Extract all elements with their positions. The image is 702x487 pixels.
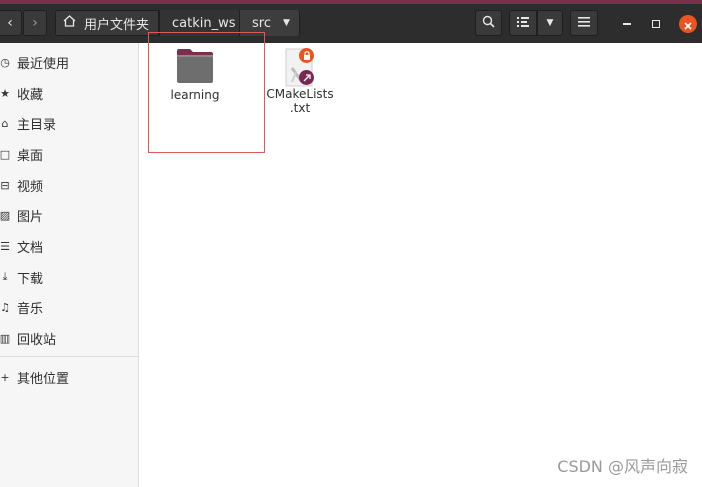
search-icon — [482, 15, 495, 32]
minimize-icon — [623, 23, 631, 25]
chevron-right-icon: › — [32, 15, 38, 31]
minimize-button[interactable] — [617, 14, 637, 34]
sidebar-item-label: 视频 — [17, 179, 44, 195]
sidebar-item-pictures[interactable]: ▨ 图片 — [0, 202, 139, 228]
chevron-left-icon: ‹ — [7, 15, 13, 31]
view-toggle-button[interactable] — [509, 10, 537, 36]
music-icon: ♫ — [0, 300, 10, 314]
link-emblem-icon — [299, 70, 314, 85]
forward-button[interactable]: › — [23, 10, 47, 36]
close-icon — [684, 15, 692, 34]
sidebar-item-label: 回收站 — [17, 332, 57, 348]
highlight-box — [148, 32, 265, 153]
video-icon: ⊟ — [0, 178, 10, 192]
sidebar-item-label: 图片 — [17, 209, 44, 225]
download-icon: ⤓ — [2, 270, 8, 283]
home-icon — [63, 15, 76, 31]
caret-down-icon: ▼ — [282, 18, 290, 28]
home-icon: ⌂ — [1, 116, 9, 130]
lock-emblem-icon — [299, 48, 314, 63]
sidebar-item-desktop[interactable]: □ 桌面 — [0, 141, 139, 167]
caret-down-icon: ▼ — [546, 18, 554, 28]
file-item-cmakelists[interactable]: CMakeLists .txt — [264, 48, 336, 115]
sidebar-item-label: 文档 — [17, 240, 44, 256]
breadcrumb-label: src — [252, 15, 271, 31]
view-options-button[interactable]: ▼ — [537, 10, 563, 36]
trash-icon: ▥ — [0, 331, 11, 345]
sidebar-item-recent[interactable]: ◷ 最近使用 — [0, 49, 139, 75]
sidebar-item-label: 下载 — [17, 271, 44, 287]
maximize-icon — [652, 20, 660, 28]
sidebar-item-downloads[interactable]: ⤓ 下载 — [0, 264, 139, 290]
sidebar-item-label: 音乐 — [17, 301, 44, 317]
menu-button[interactable] — [570, 10, 598, 36]
picture-icon: ▨ — [0, 208, 11, 222]
maximize-button[interactable] — [646, 14, 666, 34]
plus-icon: + — [0, 370, 10, 384]
sidebar-item-documents[interactable]: ☰ 文档 — [0, 233, 139, 259]
sidebar-item-label: 桌面 — [17, 148, 44, 164]
star-icon: ★ — [0, 86, 10, 100]
watermark: CSDN @风声向寂 — [557, 457, 688, 476]
file-name-line1: CMakeLists — [266, 87, 334, 101]
desktop-icon: □ — [0, 147, 11, 161]
sidebar-item-music[interactable]: ♫ 音乐 — [0, 294, 139, 320]
search-button[interactable] — [475, 10, 502, 36]
sidebar-item-label: 最近使用 — [17, 56, 70, 72]
sidebar-item-label: 收藏 — [17, 87, 44, 103]
file-name-line2: .txt — [289, 101, 311, 115]
sidebar-item-label: 其他位置 — [17, 371, 70, 387]
headerbar: ‹ › 用户文件夹 catkin_ws src ▼ ▼ — [0, 4, 702, 43]
sidebar-item-videos[interactable]: ⊟ 视频 — [0, 172, 139, 198]
list-view-icon — [517, 16, 529, 31]
document-icon: ☰ — [0, 239, 10, 253]
sidebar-divider — [0, 356, 139, 357]
sidebar-item-other-locations[interactable]: + 其他位置 — [0, 364, 139, 390]
sidebar-item-starred[interactable]: ★ 收藏 — [0, 80, 139, 106]
clock-icon: ◷ — [0, 55, 10, 69]
breadcrumb-home[interactable]: 用户文件夹 — [55, 10, 159, 36]
sidebar-item-home[interactable]: ⌂ 主目录 — [0, 110, 139, 136]
breadcrumb-label: 用户文件夹 — [84, 17, 150, 33]
text-file-icon — [282, 48, 318, 88]
hamburger-menu-icon — [578, 16, 590, 31]
sidebar-item-label: 主目录 — [17, 117, 57, 133]
back-button[interactable]: ‹ — [0, 10, 22, 36]
breadcrumb-label: catkin_ws — [172, 15, 236, 31]
close-button[interactable] — [679, 15, 697, 33]
sidebar: ◷ 最近使用 ★ 收藏 ⌂ 主目录 □ 桌面 ⊟ 视频 ▨ 图片 ☰ 文档 ⤓ … — [0, 43, 139, 487]
sidebar-item-trash[interactable]: ▥ 回收站 — [0, 325, 139, 351]
